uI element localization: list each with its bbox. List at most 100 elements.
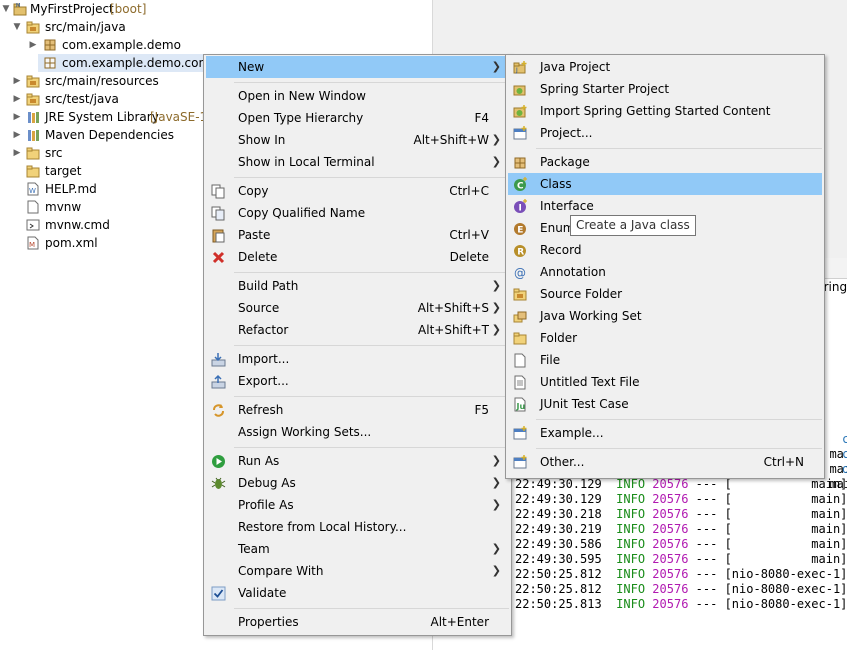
menu-item-label: Refresh <box>238 403 284 417</box>
log-time: 22:50:25.812 <box>515 567 602 581</box>
menu-item-label: Other... <box>540 455 585 469</box>
tree-item-pom-xml[interactable]: M pom.xml <box>0 234 200 252</box>
chevron-right-icon[interactable]: ▶ <box>11 90 23 108</box>
log-pid: 20576 <box>652 597 689 611</box>
menu-item-properties[interactable]: Properties Alt+Enter <box>206 611 509 633</box>
menu-item-assign-working-sets[interactable]: Assign Working Sets... <box>206 421 509 443</box>
log-class: c <box>842 447 847 461</box>
menu-item-java-working-set[interactable]: Java Working Set <box>508 305 822 327</box>
tree-item-src[interactable]: ▶ src <box>0 144 200 162</box>
menu-item-label: Folder <box>540 331 578 345</box>
menu-separator <box>536 148 822 149</box>
menu-item-package[interactable]: Package <box>508 151 822 173</box>
menu-item-other[interactable]: Other... Ctrl+N <box>508 451 822 473</box>
menu-item-example[interactable]: Example... <box>508 422 822 444</box>
menu-item-junit-test-case[interactable]: Ju JUnit Test Case <box>508 393 822 415</box>
tree-item-mvnw-cmd[interactable]: mvnw.cmd <box>0 216 200 234</box>
menu-item-paste[interactable]: Paste Ctrl+V <box>206 224 509 246</box>
library-icon <box>26 110 40 124</box>
menu-item-label: File <box>540 353 561 367</box>
tree-item-mvnw[interactable]: mvnw <box>0 198 200 216</box>
menu-item-restore-from-local-history[interactable]: Restore from Local History... <box>206 516 509 538</box>
menu-item-profile-as[interactable]: Profile As ❯ <box>206 494 509 516</box>
menu-item-spring-starter-project[interactable]: Spring Starter Project <box>508 78 822 100</box>
menu-item-copy[interactable]: Copy Ctrl+C <box>206 180 509 202</box>
menu-item-import[interactable]: Import... <box>206 348 509 370</box>
checkmark-icon <box>211 586 226 601</box>
chevron-right-icon[interactable]: ▶ <box>11 108 23 126</box>
log-level: INFO <box>616 492 646 506</box>
log-pid: 20576 <box>652 492 689 506</box>
menu-item-java-project[interactable]: J Java Project <box>508 56 822 78</box>
chevron-right-icon[interactable]: ▶ <box>11 72 23 90</box>
log-sep: --- <box>695 537 718 551</box>
menu-item-debug-as[interactable]: Debug As ❯ <box>206 472 509 494</box>
menu-item-folder[interactable]: Folder <box>508 327 822 349</box>
log-level: INFO <box>616 507 646 521</box>
tree-item-project[interactable]: ▼ M MyFirstProject [boot] <box>0 0 432 18</box>
copy-qualified-name-icon <box>211 206 226 221</box>
log-level: INFO <box>616 477 646 491</box>
log-pid: 20576 <box>652 522 689 536</box>
menu-item-refresh[interactable]: Refresh F5 <box>206 399 509 421</box>
console-line: 22:49:30.586 INFO 20576 --- [ main] o <box>515 537 847 552</box>
submenu-arrow-icon: ❯ <box>491 301 501 314</box>
menu-item-build-path[interactable]: Build Path ❯ <box>206 275 509 297</box>
menu-item-label: Validate <box>238 586 287 600</box>
log-pid: 20576 <box>652 567 689 581</box>
menu-item-interface[interactable]: I Interface <box>508 195 822 217</box>
chevron-down-icon[interactable]: ▼ <box>0 0 12 18</box>
log-pid: 20576 <box>652 477 689 491</box>
tree-item-src-main-resources[interactable]: ▶ src/main/resources <box>0 72 200 90</box>
menu-item-label: Untitled Text File <box>540 375 640 389</box>
menu-separator <box>234 447 509 448</box>
menu-item-open-in-new-window[interactable]: Open in New Window <box>206 85 509 107</box>
menu-item-compare-with[interactable]: Compare With ❯ <box>206 560 509 582</box>
menu-item-import-spring-getting-started[interactable]: Import Spring Getting Started Content <box>508 100 822 122</box>
menu-item-source-folder[interactable]: Source Folder <box>508 283 822 305</box>
tree-item-label: MyFirstProject <box>30 2 114 16</box>
submenu-arrow-icon: ❯ <box>491 60 501 73</box>
menu-item-delete[interactable]: Delete Delete <box>206 246 509 268</box>
menu-item-untitled-text-file[interactable]: Untitled Text File <box>508 371 822 393</box>
menu-item-file[interactable]: File <box>508 349 822 371</box>
menu-item-export[interactable]: Export... <box>206 370 509 392</box>
junit-icon: Ju <box>513 397 528 412</box>
menu-item-new[interactable]: New ❯ <box>206 56 509 78</box>
chevron-down-icon[interactable]: ▼ <box>11 18 23 36</box>
tree-item-package-demo[interactable]: ▶ com.example.demo <box>0 36 432 54</box>
tree-item-package-controller[interactable]: com.example.demo.contro <box>38 54 223 72</box>
menu-item-copy-qualified-name[interactable]: Copy Qualified Name <box>206 202 509 224</box>
folder-icon <box>26 164 40 178</box>
menu-item-refactor[interactable]: Refactor Alt+Shift+T ❯ <box>206 319 509 341</box>
tree-item-label: com.example.demo <box>62 38 181 52</box>
tree-item-jre-library[interactable]: ▶ JRE System Library [JavaSE-1 <box>0 108 208 126</box>
chevron-right-icon[interactable]: ▶ <box>11 144 23 162</box>
menu-item-team[interactable]: Team ❯ <box>206 538 509 560</box>
menu-item-run-as[interactable]: Run As ❯ <box>206 450 509 472</box>
log-time: 22:50:25.813 <box>515 597 602 611</box>
chevron-right-icon[interactable]: ▶ <box>11 126 23 144</box>
menu-item-show-in-local-terminal[interactable]: Show in Local Terminal ❯ <box>206 151 509 173</box>
tree-item-maven-dependencies[interactable]: ▶ Maven Dependencies <box>0 126 200 144</box>
tree-item-target[interactable]: target <box>0 162 200 180</box>
menu-item-project[interactable]: Project... <box>508 122 822 144</box>
menu-item-class[interactable]: C Class <box>508 173 822 195</box>
menu-item-validate[interactable]: Validate <box>206 582 509 604</box>
log-level: INFO <box>616 537 646 551</box>
menu-item-source[interactable]: Source Alt+Shift+S ❯ <box>206 297 509 319</box>
menu-item-show-in[interactable]: Show In Alt+Shift+W ❯ <box>206 129 509 151</box>
menu-item-open-type-hierarchy[interactable]: Open Type Hierarchy F4 <box>206 107 509 129</box>
log-level: INFO <box>616 522 646 536</box>
tree-item-src-main-java[interactable]: ▼ src/main/java <box>0 18 432 36</box>
chevron-right-icon[interactable]: ▶ <box>27 36 39 54</box>
new-package-icon <box>513 155 528 170</box>
menu-item-label: Java Project <box>540 60 611 74</box>
menu-item-annotation[interactable]: @ Annotation <box>508 261 822 283</box>
tree-item-help-md[interactable]: W HELP.md <box>0 180 200 198</box>
log-pid: 20576 <box>652 507 689 521</box>
other-wizard-icon <box>513 455 528 470</box>
tree-item-src-test-java[interactable]: ▶ src/test/java <box>0 90 200 108</box>
menu-item-label: Spring Starter Project <box>540 82 670 96</box>
menu-item-record[interactable]: R Record <box>508 239 822 261</box>
